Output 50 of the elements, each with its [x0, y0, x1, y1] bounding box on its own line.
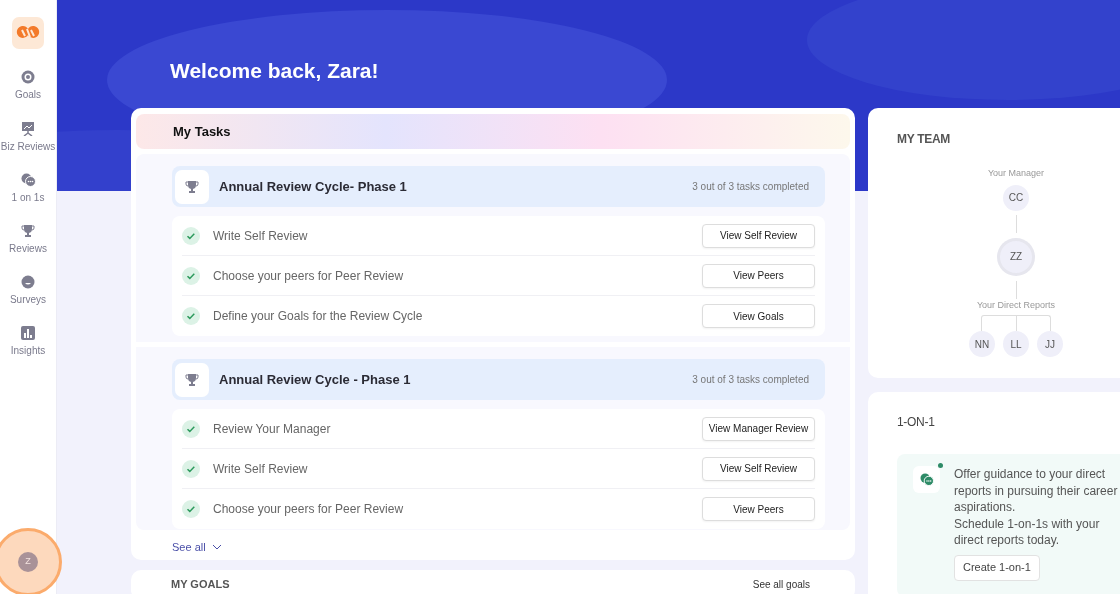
nav-label[interactable]: Surveys	[9, 294, 47, 306]
report-avatar[interactable]: LL	[1003, 331, 1029, 357]
chart-icon	[21, 326, 35, 340]
view-button[interactable]: View Peers	[702, 497, 815, 521]
survey-icon	[21, 275, 35, 289]
report-avatar[interactable]: NN	[969, 331, 995, 357]
manager-avatar[interactable]: CC	[1003, 184, 1029, 211]
view-button[interactable]: View Self Review	[702, 456, 815, 481]
manager-label: Your Manager	[987, 167, 1045, 180]
status-dot	[938, 463, 943, 468]
report-avatar[interactable]: JJ	[1037, 331, 1063, 357]
create-button[interactable]: Create 1-on-1	[954, 554, 1040, 581]
view-button[interactable]: View Self Review	[702, 223, 815, 248]
chat-icon	[919, 473, 934, 486]
chat-icon	[20, 173, 36, 187]
cycle-title: Annual Review Cycle- Phase 1	[219, 177, 407, 196]
welcome-heading: Welcome back, Zara!	[170, 58, 379, 84]
view-button[interactable]: View Goals	[702, 304, 815, 328]
target-icon	[21, 70, 35, 84]
progress-text: 3 out of 3 tasks completed	[692, 180, 809, 194]
message-text: Offer guidance to your direct reports in pursuing their career aspirations.	[954, 466, 1119, 516]
cycle-title: Annual Review Cycle - Phase 1	[219, 370, 411, 389]
trophy-icon	[185, 372, 199, 387]
nav-label[interactable]: Goals	[14, 89, 42, 101]
task-label: Choose your peers for Peer Review	[213, 267, 404, 285]
task-label: Define your Goals for the Review Cycle	[213, 308, 423, 325]
task-label: Write Self Review	[213, 460, 308, 478]
view-button[interactable]: View Manager Review	[702, 416, 815, 441]
task-label: Review Your Manager	[213, 420, 331, 438]
card-title: 1-ON-1	[897, 414, 936, 431]
chevron-down-icon	[211, 544, 222, 551]
trophy-icon	[21, 224, 35, 238]
card-title: MY TEAM	[897, 131, 951, 148]
task-label: Write Self Review	[213, 227, 308, 245]
progress-text: 3 out of 3 tasks completed	[692, 373, 809, 387]
view-button[interactable]: View Peers	[702, 263, 815, 288]
card-title: My Tasks	[173, 122, 231, 141]
nav-label[interactable]: Insights	[10, 345, 46, 357]
self-avatar[interactable]: ZZ	[1000, 240, 1032, 273]
reports-label: Your Direct Reports	[976, 298, 1056, 312]
nav-label[interactable]: Reviews	[9, 243, 47, 255]
task-label: Choose your peers for Peer Review	[213, 501, 404, 518]
message-text: Schedule 1-on-1s with your direct reports today.	[954, 515, 1101, 549]
trophy-icon	[185, 179, 199, 194]
see-all-link[interactable]: See all	[136, 530, 222, 556]
presentation-icon	[21, 121, 35, 136]
see-all-goals-link[interactable]: See all goals	[752, 579, 810, 594]
nav-label[interactable]: Biz Reviews	[0, 141, 56, 153]
nav-label[interactable]: 1 on 1s	[11, 192, 45, 204]
card-title: MY GOALS	[171, 579, 230, 592]
